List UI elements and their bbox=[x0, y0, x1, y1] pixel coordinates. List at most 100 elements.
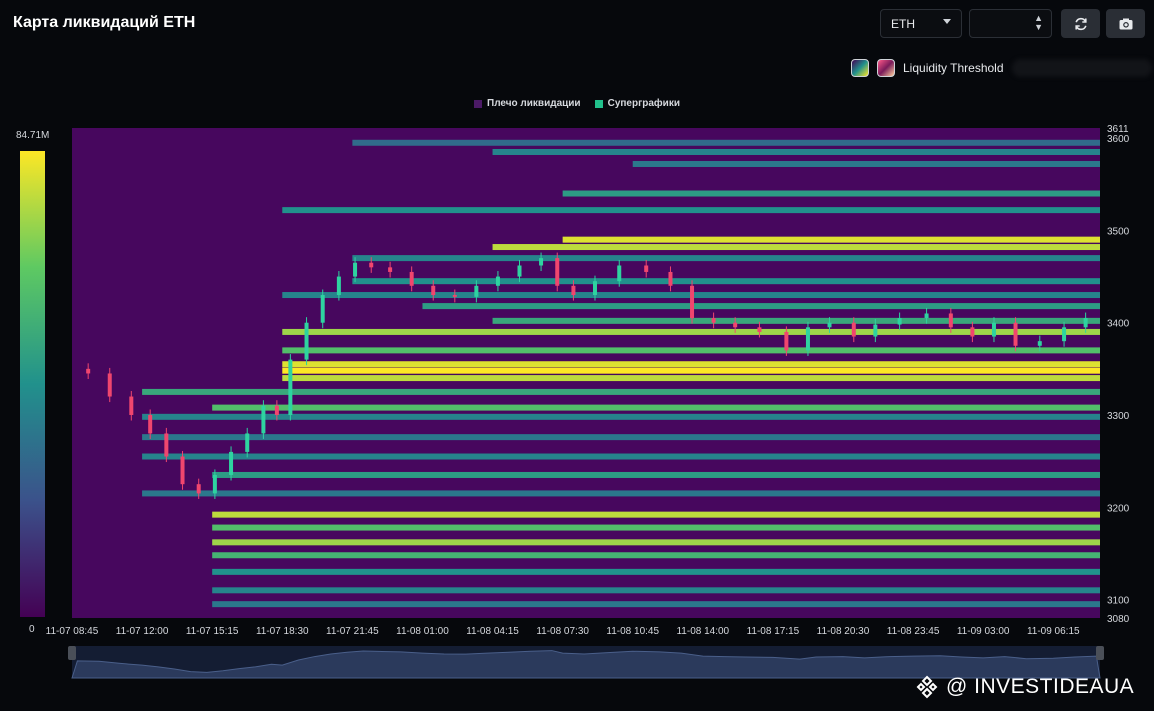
candle bbox=[304, 322, 309, 360]
liquidation-band bbox=[212, 539, 1100, 546]
liquidation-band bbox=[142, 490, 1100, 497]
liquidation-band bbox=[212, 568, 1100, 575]
liquidation-band bbox=[142, 388, 1100, 395]
liquidation-band bbox=[282, 328, 1101, 335]
candle bbox=[107, 373, 112, 397]
x-tick-label: 11-07 12:00 bbox=[116, 626, 169, 637]
candle bbox=[948, 313, 953, 328]
candle bbox=[129, 396, 134, 415]
liquidation-band bbox=[142, 413, 1100, 420]
binance-logo-icon bbox=[916, 675, 938, 699]
watermark: @ INVESTIDEAUA bbox=[914, 674, 1134, 700]
liquidation-band bbox=[142, 453, 1100, 460]
candle bbox=[261, 405, 266, 434]
candle bbox=[592, 281, 597, 296]
liquidation-band bbox=[352, 139, 1100, 146]
liquidation-band bbox=[562, 236, 1100, 243]
liquidation-band bbox=[422, 303, 1100, 310]
x-tick-label: 11-08 14:00 bbox=[676, 626, 729, 637]
x-tick-label: 11-08 17:15 bbox=[747, 626, 800, 637]
liquidation-heatmap-chart[interactable]: 3611360035003400330032003100308011-07 08… bbox=[0, 0, 1154, 711]
candle bbox=[336, 276, 341, 296]
candle bbox=[757, 327, 762, 332]
candle bbox=[288, 359, 293, 415]
candle bbox=[970, 327, 975, 337]
x-tick-label: 11-08 04:15 bbox=[466, 626, 519, 637]
x-tick-label: 11-07 15:15 bbox=[186, 626, 239, 637]
liquidation-band bbox=[212, 524, 1100, 531]
liquidation-band bbox=[212, 601, 1100, 608]
x-tick-label: 11-08 01:00 bbox=[396, 626, 449, 637]
x-tick-label: 11-08 23:45 bbox=[887, 626, 940, 637]
y-tick-label: 3400 bbox=[1107, 319, 1130, 330]
x-tick-label: 11-07 18:30 bbox=[256, 626, 309, 637]
liquidation-band bbox=[212, 471, 1100, 478]
candle bbox=[353, 262, 358, 277]
candle bbox=[897, 318, 902, 325]
candle bbox=[409, 271, 414, 286]
candle bbox=[690, 285, 695, 319]
candle bbox=[474, 285, 479, 297]
candle bbox=[495, 276, 500, 286]
candle bbox=[320, 295, 325, 323]
candle bbox=[388, 267, 393, 272]
candle bbox=[148, 414, 153, 434]
candle bbox=[86, 368, 91, 374]
candle bbox=[212, 474, 217, 494]
liquidation-band bbox=[212, 511, 1100, 518]
candle bbox=[805, 327, 810, 351]
range-handle-left[interactable] bbox=[68, 646, 76, 660]
candle bbox=[991, 322, 996, 337]
candle bbox=[164, 433, 169, 457]
liquidation-band bbox=[352, 278, 1100, 285]
x-tick-label: 11-08 20:30 bbox=[817, 626, 870, 637]
candle bbox=[733, 322, 738, 328]
x-tick-label: 11-09 06:15 bbox=[1027, 626, 1080, 637]
liquidation-band bbox=[282, 347, 1101, 354]
liquidation-band bbox=[212, 587, 1100, 594]
x-tick-label: 11-08 07:30 bbox=[536, 626, 589, 637]
candle bbox=[180, 456, 185, 485]
candle bbox=[229, 451, 234, 475]
liquidation-band bbox=[282, 361, 1101, 368]
liquidation-band bbox=[212, 552, 1100, 559]
y-tick-label: 3600 bbox=[1107, 134, 1130, 145]
y-tick-label: 3100 bbox=[1107, 596, 1130, 607]
candle bbox=[431, 285, 436, 296]
y-tick-label: 3200 bbox=[1107, 503, 1130, 514]
liquidation-band bbox=[492, 148, 1101, 155]
candle bbox=[851, 322, 856, 337]
liquidation-band bbox=[282, 375, 1101, 382]
candle bbox=[571, 285, 576, 296]
x-tick-label: 11-07 21:45 bbox=[326, 626, 379, 637]
x-tick-label: 11-08 10:45 bbox=[606, 626, 659, 637]
liquidation-band bbox=[562, 190, 1100, 197]
candle bbox=[369, 262, 374, 268]
candle bbox=[274, 405, 279, 415]
liquidation-band bbox=[492, 244, 1101, 251]
candle bbox=[924, 313, 929, 319]
candle bbox=[644, 265, 649, 272]
liquidation-band bbox=[212, 404, 1100, 411]
candle bbox=[539, 258, 544, 266]
candle bbox=[1037, 341, 1042, 346]
liquidation-band bbox=[632, 160, 1100, 167]
x-tick-label: 11-07 08:45 bbox=[46, 626, 99, 637]
candle bbox=[517, 265, 522, 277]
y-tick-label: 3080 bbox=[1107, 614, 1130, 625]
candle bbox=[827, 322, 832, 328]
watermark-text: @ INVESTIDEAUA bbox=[946, 675, 1135, 698]
liquidation-band bbox=[142, 434, 1100, 441]
candle bbox=[784, 331, 789, 351]
liquidation-band bbox=[492, 317, 1101, 324]
candle bbox=[873, 324, 878, 337]
candle bbox=[555, 258, 560, 286]
range-handle-right[interactable] bbox=[1096, 646, 1104, 660]
liquidation-band bbox=[282, 207, 1101, 214]
liquidation-band bbox=[282, 367, 1101, 374]
candle bbox=[711, 318, 716, 323]
candle bbox=[196, 484, 201, 494]
y-tick-label: 3500 bbox=[1107, 226, 1130, 237]
liquidation-band bbox=[352, 255, 1100, 262]
y-tick-label: 3300 bbox=[1107, 411, 1130, 422]
